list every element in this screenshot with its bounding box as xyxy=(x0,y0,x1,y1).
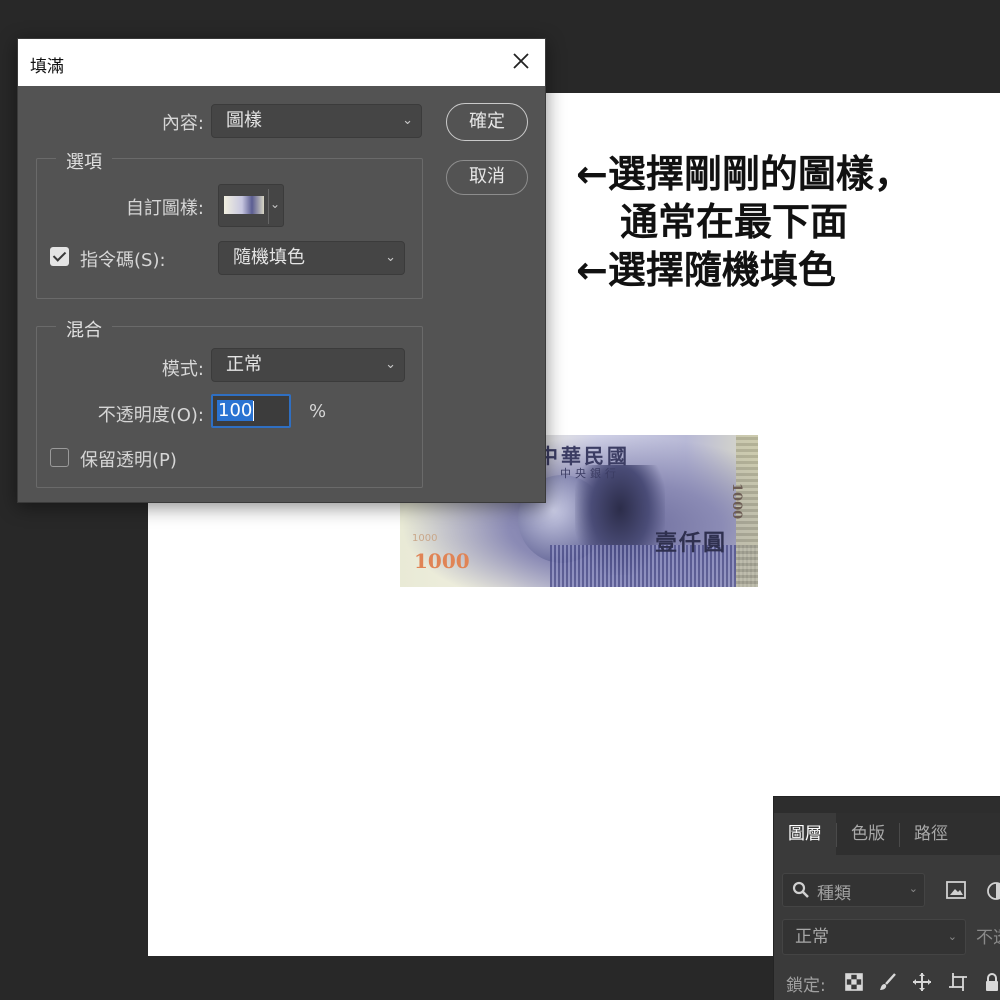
opacity-input[interactable]: 100 xyxy=(211,394,291,428)
chevron-down-icon: ⌄ xyxy=(269,197,280,211)
pattern-picker-divider xyxy=(268,189,269,224)
annotation-line-2: 通常在最下面 xyxy=(620,200,849,244)
artboard-icon[interactable] xyxy=(948,972,968,992)
preserve-transparency-checkbox[interactable] xyxy=(50,448,69,467)
adjustment-filter-icon[interactable] xyxy=(986,881,1000,901)
opacity-label: 不透明度(O): xyxy=(97,405,204,426)
script-value: 隨機填色 xyxy=(233,247,305,268)
fill-dialog: 填滿 內容: 圖樣 ⌄ 確定 取消 選項 自訂圖樣: ⌄ 指令碼(S): 隨機填… xyxy=(17,38,546,503)
dialog-title: 填滿 xyxy=(30,57,64,77)
annotation-line-1: ←選擇剛剛的圖樣， xyxy=(576,152,912,196)
close-icon-svg xyxy=(513,53,529,69)
pattern-picker[interactable]: ⌄ xyxy=(218,184,284,227)
chevron-down-icon: ⌄ xyxy=(402,113,413,128)
layers-panel: 圖層 色版 路徑 種類 ⌄ 正常 ⌄ 不透 鎖定: xyxy=(773,796,1000,1000)
text-caret xyxy=(253,401,255,421)
lock-row: 鎖定: xyxy=(774,965,1000,1000)
brush-icon[interactable] xyxy=(878,972,898,992)
tab-paths[interactable]: 路徑 xyxy=(900,813,962,855)
layer-opacity-label: 不透 xyxy=(976,928,1000,948)
image-filter-icon[interactable] xyxy=(946,881,966,899)
opacity-value: 100 xyxy=(217,400,254,421)
script-label: 指令碼(S): xyxy=(80,250,166,271)
banknote-denomination-text: 壹仟圓 xyxy=(655,530,728,556)
layer-filter-select[interactable]: 種類 ⌄ xyxy=(782,873,925,907)
ok-button[interactable]: 確定 xyxy=(446,103,528,141)
dialog-titlebar[interactable]: 填滿 xyxy=(18,39,545,86)
script-checkbox[interactable] xyxy=(50,247,69,266)
tab-layers[interactable]: 圖層 xyxy=(774,813,836,855)
options-group xyxy=(36,158,423,299)
lock-icon[interactable] xyxy=(982,972,1000,992)
mode-label: 模式: xyxy=(161,359,204,380)
preserve-transparency-label: 保留透明(P) xyxy=(80,450,177,471)
move-icon[interactable] xyxy=(912,972,932,992)
layer-blend-mode-value: 正常 xyxy=(795,927,829,947)
annotation-text: ←選擇剛剛的圖樣， 通常在最下面 ←選擇隨機填色 xyxy=(576,150,912,294)
lock-transparent-pixels-icon[interactable] xyxy=(844,972,864,992)
script-select[interactable]: 隨機填色 ⌄ xyxy=(218,241,405,275)
close-icon[interactable] xyxy=(509,49,533,73)
panel-tabs: 圖層 色版 路徑 xyxy=(774,813,1000,855)
chevron-down-icon: ⌄ xyxy=(908,882,918,895)
chevron-down-icon: ⌄ xyxy=(947,930,957,943)
banknote-number: 1000 xyxy=(414,549,470,573)
chevron-down-icon: ⌄ xyxy=(385,357,396,372)
options-group-title: 選項 xyxy=(56,148,112,174)
banknote-bank: 中央銀行 xyxy=(560,467,620,480)
tab-channels[interactable]: 色版 xyxy=(837,813,899,855)
mode-value: 正常 xyxy=(226,354,262,375)
contents-value: 圖樣 xyxy=(226,110,262,131)
layer-filter-value: 種類 xyxy=(817,884,851,904)
lock-label: 鎖定: xyxy=(786,976,826,996)
mode-select[interactable]: 正常 ⌄ xyxy=(211,348,405,382)
banknote-number-vertical: 1000 xyxy=(729,483,744,520)
annotation-line-3: ←選擇隨機填色 xyxy=(576,248,836,292)
opacity-unit: % xyxy=(309,401,327,422)
search-icon xyxy=(792,881,809,898)
panel-header xyxy=(774,797,1000,813)
pattern-thumbnail xyxy=(224,196,264,214)
banknote-number-small: 1000 xyxy=(412,533,438,544)
cancel-button[interactable]: 取消 xyxy=(446,160,528,195)
chevron-down-icon: ⌄ xyxy=(385,250,396,265)
contents-select[interactable]: 圖樣 ⌄ xyxy=(211,104,422,138)
custom-pattern-label: 自訂圖樣: xyxy=(125,198,204,219)
layer-blend-mode-select[interactable]: 正常 ⌄ xyxy=(782,919,966,955)
contents-label: 內容: xyxy=(161,113,204,134)
blending-group-title: 混合 xyxy=(56,316,112,342)
